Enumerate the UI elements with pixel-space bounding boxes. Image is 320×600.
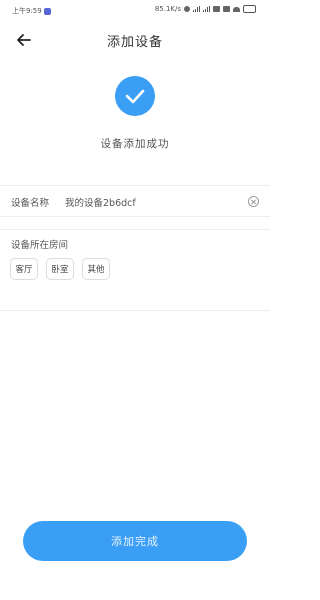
battery-icon	[243, 5, 256, 13]
wifi-icon	[233, 6, 240, 12]
room-option-living-room[interactable]: 客厅	[10, 258, 38, 280]
page-title: 添加设备	[106, 35, 163, 50]
clear-icon[interactable]	[248, 196, 259, 207]
status-bar: 上午9:59 85.1K/s	[0, 0, 270, 20]
room-section: 设备所在房间 客厅 卧室 其他	[0, 229, 270, 311]
room-option-other[interactable]: 其他	[82, 258, 110, 280]
room-label: 设备所在房间	[11, 240, 69, 251]
app-notification-icon	[43, 7, 51, 15]
header: 添加设备	[0, 26, 270, 54]
hd-icon	[213, 6, 220, 12]
device-name-field[interactable]: 我的设备2b6dcf	[65, 195, 136, 209]
network-speed: 85.1K/s	[154, 5, 181, 13]
signal-icon-2	[203, 6, 210, 12]
success-check-icon	[115, 76, 155, 116]
status-time: 上午9:59	[12, 7, 42, 15]
room-options: 客厅 卧室 其他	[10, 258, 110, 280]
device-name-label: 设备名称	[11, 198, 50, 209]
status-left: 上午9:59	[12, 6, 51, 16]
signal-icon	[193, 6, 200, 12]
alarm-icon	[184, 6, 190, 12]
hd-icon-2	[223, 6, 230, 12]
add-complete-button[interactable]: 添加完成	[23, 521, 247, 561]
success-message: 设备添加成功	[100, 138, 170, 150]
status-right: 85.1K/s	[155, 5, 256, 13]
device-name-row: 设备名称 我的设备2b6dcf	[0, 185, 270, 217]
room-option-bedroom[interactable]: 卧室	[46, 258, 74, 280]
